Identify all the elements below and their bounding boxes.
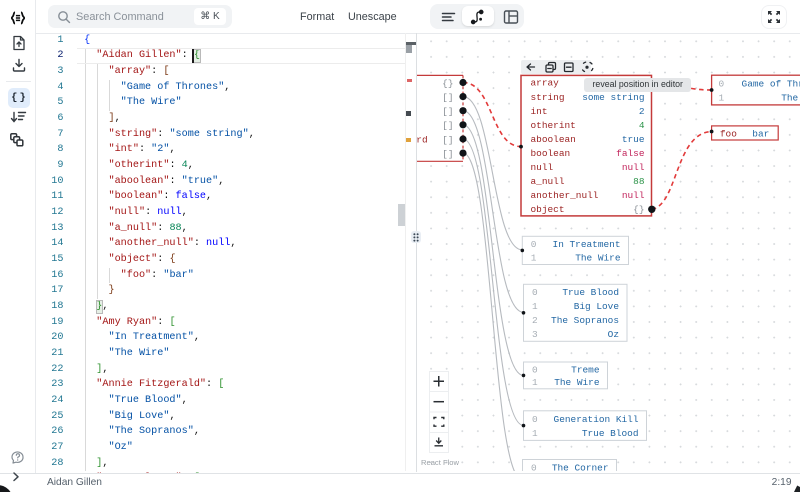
svg-text:1: 1 [532,301,538,312]
svg-text:foo: foo [719,128,736,139]
svg-text:null: null [530,162,553,173]
svg-text:The Wire: The Wire [554,377,600,388]
svg-text:0: 0 [531,462,537,471]
svg-text:{}: {} [633,204,644,215]
svg-text:The Corner: The Corner [551,462,608,471]
svg-text:a_null: a_null [530,176,564,187]
svg-text:True Blood: True Blood [581,428,638,439]
svg-text:2: 2 [532,315,538,326]
svg-text:1: 1 [532,377,538,388]
svg-text:0: 0 [532,414,538,425]
svg-text:The Sopranos: The Sopranos [551,315,619,326]
svg-text:0: 0 [530,239,536,250]
svg-text:1: 1 [718,93,724,104]
svg-text:3: 3 [532,329,538,340]
svg-text:int: int [530,106,547,117]
svg-text:In Treatment: In Treatment [552,239,620,250]
svg-text:[]: [] [442,120,453,131]
svg-text:Big Love: Big Love [573,301,619,312]
svg-text:[]: [] [442,134,453,145]
svg-text:Treme: Treme [571,364,600,375]
svg-text:null: null [621,162,644,173]
svg-text:1: 1 [532,428,538,439]
svg-text:Alexander Skarsgård: Alexander Skarsgård [417,134,428,145]
svg-text:The Wire: The Wire [781,93,800,104]
svg-text:some string: some string [582,92,644,103]
svg-text:2: 2 [638,106,644,117]
svg-text:Game of Thrones: Game of Thrones [741,79,800,90]
svg-text:True Blood: True Blood [562,287,619,298]
svg-text:Oz: Oz [607,329,618,340]
svg-text:[]: [] [442,106,453,117]
svg-text:string: string [530,92,564,103]
svg-text:array: array [530,78,559,89]
svg-text:object: object [530,204,564,215]
svg-text:The Wire: The Wire [575,253,621,264]
svg-text:0: 0 [532,364,538,375]
svg-text:otherint: otherint [530,120,575,131]
svg-text:bar: bar [752,128,769,139]
svg-text:1: 1 [530,253,536,264]
svg-text:{}: {} [442,78,453,89]
svg-text:4: 4 [638,120,644,131]
svg-text:null: null [621,190,644,201]
svg-text:[]: [] [442,92,453,103]
svg-text:[]: [] [442,148,453,159]
svg-text:Generation Kill: Generation Kill [553,414,638,425]
svg-text:true: true [621,134,644,145]
svg-text:false: false [616,148,645,159]
svg-text:88: 88 [633,176,645,187]
svg-text:0: 0 [718,79,724,90]
svg-text:aboolean: aboolean [530,134,575,145]
svg-text:boolean: boolean [530,148,570,159]
svg-text:another_null: another_null [530,190,598,201]
svg-text:0: 0 [532,287,538,298]
